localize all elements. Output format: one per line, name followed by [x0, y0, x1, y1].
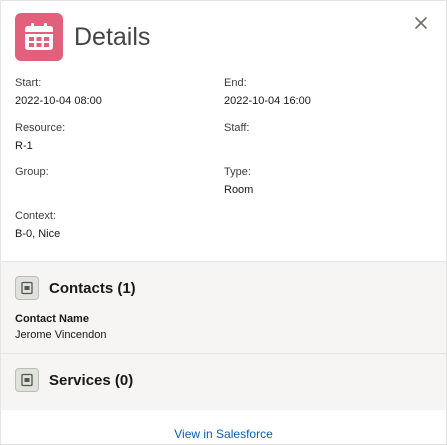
- start-label: Start:: [15, 77, 42, 89]
- end-field: End: 2022-10-04 16:00: [224, 76, 311, 108]
- resource-label: Resource:: [15, 122, 66, 134]
- staff-label: Staff:: [224, 122, 250, 134]
- start-value: 2022-10-04 08:00: [15, 95, 102, 107]
- type-label: Type:: [224, 166, 251, 178]
- context-label: Context:: [15, 210, 56, 222]
- panel-title: Details: [74, 22, 151, 51]
- contact-name-value: Jerome Vincendon: [15, 329, 107, 341]
- close-button[interactable]: [410, 12, 432, 34]
- contacts-section: Contacts (1) Contact Name Jerome Vincend…: [1, 261, 446, 353]
- view-in-salesforce-link[interactable]: View in Salesforce: [174, 427, 273, 441]
- services-section: Services (0): [1, 353, 446, 410]
- resource-value: R-1: [15, 140, 33, 152]
- start-field: Start: 2022-10-04 08:00: [15, 76, 102, 108]
- context-value: B-0, Nice: [15, 228, 61, 240]
- contact-name-header: Contact Name: [15, 313, 89, 325]
- context-field: Context: B-0, Nice: [15, 209, 60, 241]
- group-field: Group:: [15, 165, 49, 183]
- staff-field: Staff:: [224, 121, 249, 139]
- type-value: Room: [224, 184, 254, 196]
- close-icon: [415, 17, 427, 29]
- end-value: 2022-10-04 16:00: [224, 95, 311, 107]
- contact-card-icon: [15, 276, 39, 300]
- panel-header: Details: [15, 13, 150, 61]
- contacts-title: Contacts (1): [49, 279, 136, 297]
- services-card-icon: [15, 368, 39, 392]
- contacts-header: Contacts (1): [15, 276, 136, 300]
- resource-field: Resource: R-1: [15, 121, 65, 153]
- calendar-icon: [15, 13, 63, 61]
- type-field: Type: Room: [224, 165, 253, 197]
- services-title: Services (0): [49, 371, 134, 389]
- details-panel: Details Start: 2022-10-04 08:00 Resource…: [0, 0, 447, 445]
- end-label: End:: [224, 77, 247, 89]
- group-label: Group:: [15, 166, 49, 178]
- panel-footer: View in Salesforce: [1, 425, 446, 443]
- services-header: Services (0): [15, 368, 133, 392]
